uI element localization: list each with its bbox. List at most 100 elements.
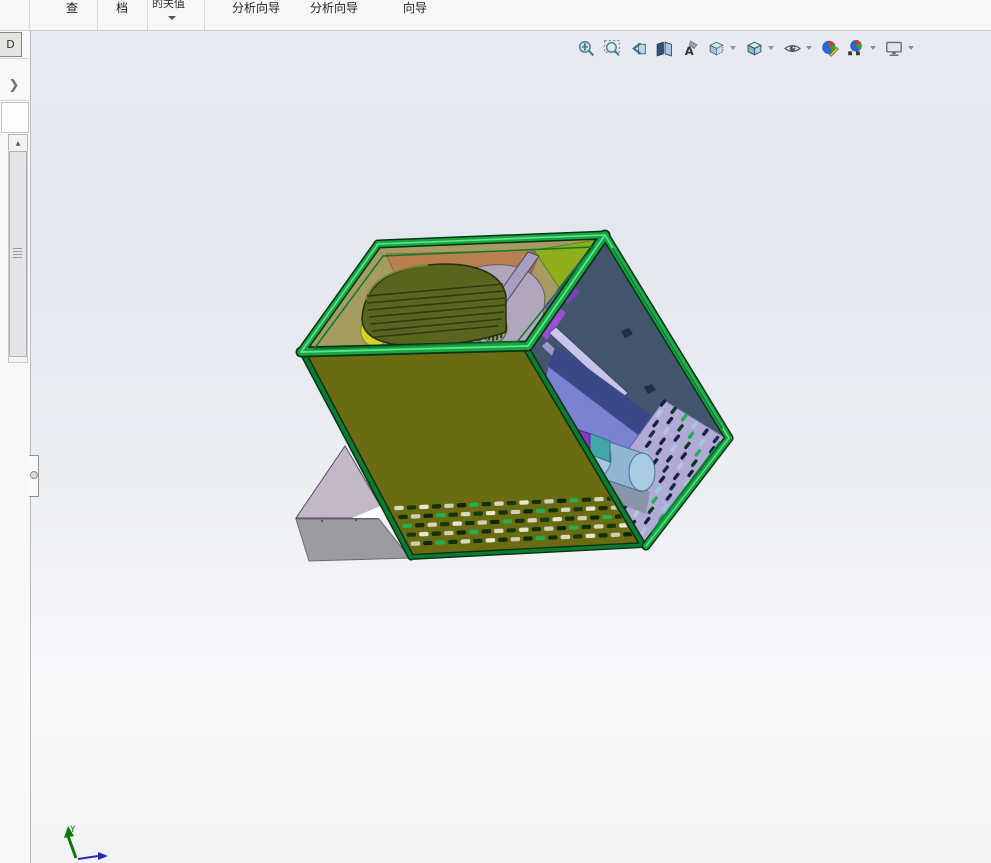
display-style-button[interactable] [743,37,765,59]
vent-slot [431,531,441,536]
scrollbar-thumb[interactable] [9,151,27,357]
toolbar-button-doc[interactable]: 档 [116,0,128,16]
orientation-triad: Y [64,825,108,860]
triad-x-axis [78,856,98,859]
toolbar-separator [97,0,98,30]
vent-slot [561,535,571,540]
vent-slot [582,497,592,502]
vent-slot [594,524,604,529]
vent-slot [569,525,579,530]
toolbar-button-flyout[interactable]: 的关值 [152,0,185,11]
view-settings-dropdown[interactable] [908,46,914,50]
vent-slot [498,537,508,542]
triad-x-arrowhead [98,852,108,860]
vent-slot [461,512,471,517]
display-style-dropdown[interactable] [768,46,774,50]
svg-text:A: A [684,43,693,57]
flyout-dropdown-caret[interactable] [168,16,176,20]
vent-slot [690,497,698,506]
toolbar-button-analysis-wizard-2[interactable]: 分析向导 [310,0,358,16]
zoom-to-area-button[interactable] [601,37,623,59]
vent-slot [565,516,575,521]
vent-slot [527,518,537,523]
vent-slot [398,515,408,520]
vent-slot [486,511,496,516]
scrollbar-track[interactable] [8,150,28,363]
apply-scene-button[interactable] [845,37,867,59]
triad-y-axis [68,836,76,858]
expand-panel-button[interactable]: ❯ [4,74,24,96]
vent-slot [519,527,529,532]
vent-slot [419,505,429,510]
view-orientation-icon [707,39,726,58]
toolbar-button-check[interactable]: 查 [66,0,78,16]
previous-view-button[interactable] [627,37,649,59]
vent-slot [481,529,491,534]
zoom-to-fit-button[interactable] [575,37,597,59]
annotation-view-button[interactable]: A [679,37,701,59]
vent-slot [556,526,566,531]
vent-slot [515,519,525,524]
vent-slot [544,499,554,504]
panel-splitter-handle[interactable] [29,455,39,497]
vent-slot [548,535,558,540]
vent-slot [469,530,479,535]
previous-view-icon [629,39,648,58]
vent-slot [561,507,571,512]
vent-slot [494,529,504,534]
vent-slot [664,531,672,540]
hide-show-items-icon [783,39,802,58]
vent-slot [679,528,687,537]
vent-slot [457,503,467,508]
vent-slot [477,520,487,525]
vent-slot [411,541,421,546]
vent-slot [469,502,479,507]
vent-slot [415,523,425,528]
toolbar-button-analysis-wizard-1[interactable]: 分析向导 [232,0,280,16]
vent-slot [594,497,604,502]
scrollbar-grip [13,248,22,258]
vent-slot [456,530,466,535]
toolbar-separator [29,0,30,30]
hide-show-items-dropdown[interactable] [806,46,812,50]
vent-slot [586,534,596,539]
edit-appearance-button[interactable] [819,37,841,59]
panel-placeholder-box [1,102,29,133]
vent-slot [444,531,454,536]
vent-slot [540,517,550,522]
vent-slot [523,536,533,541]
vent-slot [686,507,694,516]
hide-show-items-button[interactable] [781,37,803,59]
vent-slot [490,520,500,525]
vent-slot [427,522,437,527]
section-view-icon [655,39,674,58]
view-orientation-button[interactable] [705,37,727,59]
vent-slot [611,532,621,537]
toolbar-separator [147,0,148,30]
vent-slot [671,548,679,557]
panel-divider [0,100,29,101]
vent-slot [402,523,412,528]
vent-slot [506,528,516,533]
chevron-right-icon: ❯ [9,78,20,93]
view-settings-button[interactable] [883,37,905,59]
vent-slot [531,527,541,532]
vent-slot [465,521,475,526]
vent-slot [573,507,583,512]
vent-slot [440,522,450,527]
toolbar-button-wizard[interactable]: 向导 [403,0,427,16]
feature-tree-tab-label: D [6,38,14,51]
feature-tree-tab[interactable]: D [0,32,22,57]
display-style-icon [745,39,764,58]
solidworks-window: { "toolbar": { "buttons": [ {"label": "查… [0,0,991,863]
view-orientation-dropdown[interactable] [730,46,736,50]
apply-scene-dropdown[interactable] [870,46,876,50]
flap-rivet [321,520,323,522]
vent-slot [423,513,433,518]
vent-slot [573,534,583,539]
vent-slot [406,532,416,537]
assembly-model[interactable]: Y [0,0,991,863]
section-view-button[interactable] [653,37,675,59]
vent-slot [544,526,554,531]
vent-slot [598,533,608,538]
